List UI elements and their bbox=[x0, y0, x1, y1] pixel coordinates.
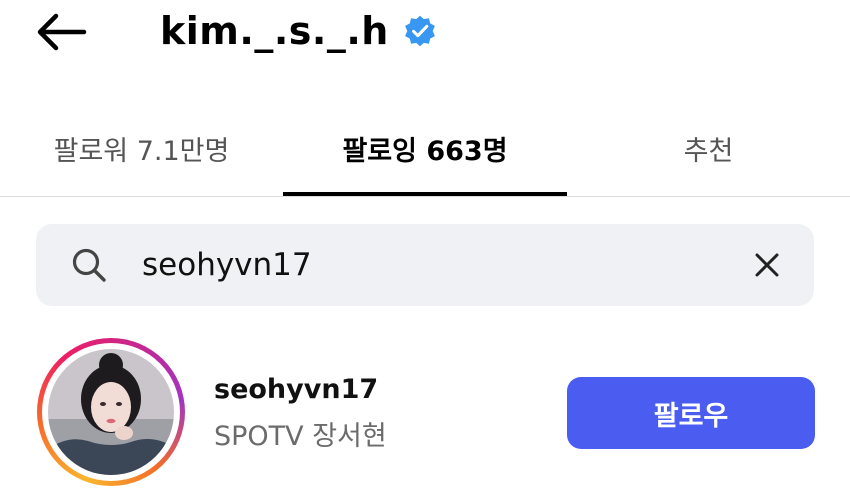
following-list-screen: kim._.s._.h 팔로워 7.1만명 팔로잉 663명 추천 seohyv… bbox=[0, 0, 850, 498]
search-bar bbox=[36, 224, 814, 306]
result-username[interactable]: seohyvn17 bbox=[214, 374, 378, 405]
tab-suggested[interactable]: 추천 bbox=[567, 100, 850, 196]
avatar-ring-gap bbox=[42, 343, 180, 481]
story-ring[interactable] bbox=[37, 338, 185, 486]
follow-tabs: 팔로워 7.1만명 팔로잉 663명 추천 bbox=[0, 100, 850, 198]
follow-button[interactable]: 팔로우 bbox=[567, 377, 815, 449]
close-icon[interactable] bbox=[748, 246, 786, 284]
search-icon bbox=[72, 248, 106, 282]
top-bar: kim._.s._.h bbox=[0, 0, 850, 70]
profile-title: kim._.s._.h bbox=[160, 6, 437, 56]
arrow-left-icon[interactable] bbox=[34, 12, 90, 52]
result-full-name: SPOTV 장서현 bbox=[214, 421, 387, 452]
search-input[interactable] bbox=[142, 236, 742, 294]
tab-followers[interactable]: 팔로워 7.1만명 bbox=[0, 100, 283, 196]
profile-username: kim._.s._.h bbox=[160, 9, 389, 53]
tabs-divider bbox=[0, 196, 850, 197]
avatar[interactable] bbox=[48, 349, 174, 475]
tab-following[interactable]: 팔로잉 663명 bbox=[283, 100, 567, 196]
verified-badge-icon bbox=[404, 15, 435, 47]
list-item[interactable]: seohyvn17 SPOTV 장서현 팔로우 bbox=[0, 330, 850, 498]
